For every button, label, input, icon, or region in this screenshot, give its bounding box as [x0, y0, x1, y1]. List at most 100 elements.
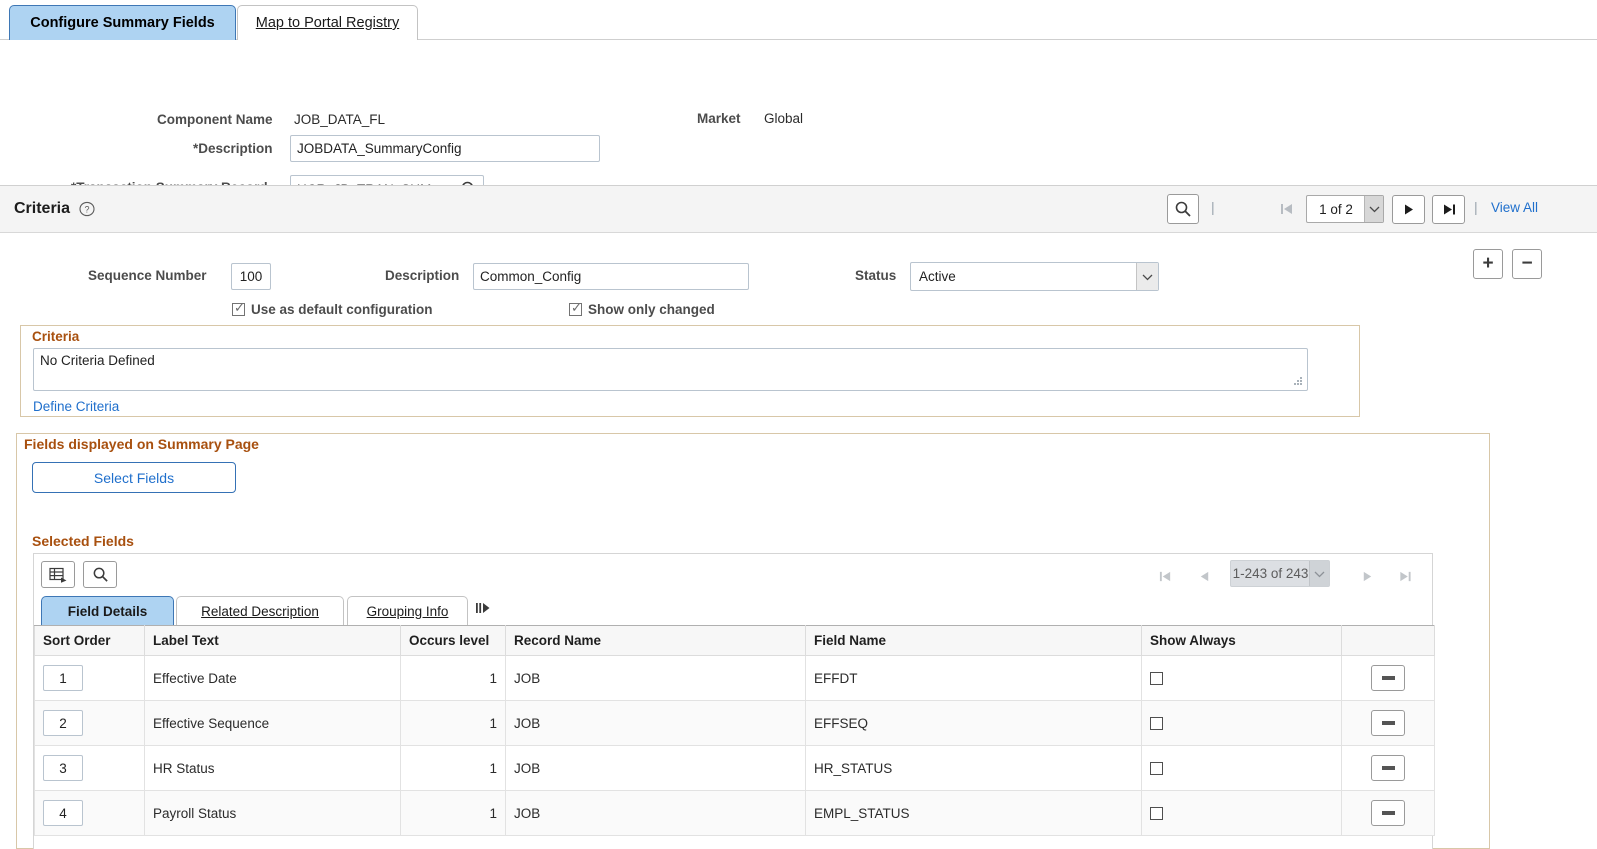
help-icon[interactable]: ? [79, 201, 95, 220]
cell-record-name: JOB [505, 700, 806, 746]
selected-fields-table: Sort Order Label Text Occurs level Recor… [34, 625, 1435, 836]
delete-field-row-button[interactable] [1371, 755, 1405, 781]
cell-field-name: EFFDT [805, 655, 1142, 701]
show-always-checkbox[interactable] [1150, 807, 1163, 821]
grid-tab-related-description[interactable]: Related Description [176, 596, 344, 625]
cell-show-always [1141, 790, 1342, 836]
sort-order-input[interactable] [43, 800, 83, 826]
status-select-value: Active [919, 269, 956, 284]
minus-icon [1381, 721, 1395, 725]
define-criteria-link[interactable]: Define Criteria [33, 399, 119, 414]
use-as-default-checkbox[interactable]: ✓ [232, 301, 245, 316]
delete-field-row-button[interactable] [1371, 710, 1405, 736]
cell-show-always [1141, 655, 1342, 701]
cell-field-name: HR_STATUS [805, 745, 1142, 791]
chevron-down-icon[interactable] [1364, 196, 1383, 222]
table-row: Payroll Status 1 JOB EMPL_STATUS [34, 790, 1435, 836]
description-label: *Description [193, 141, 273, 156]
criteria-description-input[interactable] [473, 263, 749, 290]
cell-actions [1341, 655, 1435, 701]
add-criteria-row-button[interactable]: + [1473, 249, 1503, 279]
tab-map-to-portal-registry-label: Map to Portal Registry [255, 15, 400, 31]
header-fields: Component Name JOB_DATA_FL Market Global… [0, 40, 1597, 203]
tab-configure-summary-fields[interactable]: Configure Summary Fields [9, 5, 236, 40]
cell-sort-order [34, 790, 145, 836]
show-only-changed-checkbox[interactable]: ✓ [569, 300, 582, 316]
cell-label-text: Payroll Status [144, 790, 401, 836]
criteria-textarea[interactable]: No Criteria Defined [33, 348, 1308, 391]
show-always-checkbox[interactable] [1150, 717, 1163, 731]
grid-tab-field-details[interactable]: Field Details [41, 596, 174, 625]
svg-text:?: ? [84, 205, 89, 215]
cell-actions [1341, 745, 1435, 791]
grid-tab-grouping-info[interactable]: Grouping Info [347, 596, 468, 625]
checkmark-icon: ✓ [571, 300, 582, 315]
cell-label-text: Effective Sequence [144, 700, 401, 746]
grid-search-icon[interactable] [83, 561, 117, 588]
delete-field-row-button[interactable] [1371, 665, 1405, 691]
chevron-down-icon[interactable] [1136, 263, 1158, 290]
delete-criteria-row-button[interactable]: − [1512, 249, 1542, 279]
column-header-record-name[interactable]: Record Name [505, 625, 806, 656]
market-value: Global [764, 111, 804, 126]
show-only-changed-label: Show only changed [588, 302, 715, 317]
show-always-checkbox[interactable] [1150, 762, 1163, 776]
grid-tab-related-description-label: Related Description [201, 603, 319, 619]
cell-occurs-level: 1 [400, 700, 506, 746]
main-tabstrip: Configure Summary Fields Map to Portal R… [0, 0, 1597, 40]
cell-actions [1341, 790, 1435, 836]
description-input[interactable] [290, 135, 600, 162]
view-all-link[interactable]: View All [1491, 200, 1538, 215]
select-fields-button[interactable]: Select Fields [32, 462, 236, 493]
grid-last-page-icon[interactable] [1394, 566, 1416, 586]
cell-sort-order [34, 655, 145, 701]
column-header-label-text[interactable]: Label Text [144, 625, 401, 656]
grid-next-page-icon[interactable] [1356, 566, 1378, 586]
chevron-down-icon[interactable] [1309, 561, 1329, 586]
cell-record-name: JOB [505, 655, 806, 701]
criteria-first-page-icon[interactable] [1274, 195, 1300, 223]
grid-previous-page-icon[interactable] [1193, 566, 1215, 586]
criteria-description-label: Description [385, 268, 460, 283]
column-header-sort-order[interactable]: Sort Order [34, 625, 145, 656]
configure-summary-fields-page: Configure Summary Fields Map to Portal R… [0, 0, 1597, 849]
grid-tab-field-details-label: Field Details [67, 603, 148, 619]
criteria-last-page-button[interactable] [1432, 195, 1465, 224]
criteria-search-button[interactable] [1167, 194, 1199, 224]
sort-order-input[interactable] [43, 710, 83, 736]
sort-order-input[interactable] [43, 755, 83, 781]
criteria-next-page-button[interactable] [1392, 195, 1425, 224]
sequence-number-label: Sequence Number [88, 268, 207, 283]
component-name-value: JOB_DATA_FL [294, 112, 386, 127]
pager-separator-left: | [1211, 199, 1215, 215]
selected-fields-label: Selected Fields [32, 533, 134, 549]
fields-displayed-group-label: Fields displayed on Summary Page [24, 436, 259, 452]
delete-field-row-button[interactable] [1371, 800, 1405, 826]
column-header-occurs-level[interactable]: Occurs level [400, 625, 506, 656]
minus-icon [1381, 676, 1395, 680]
cell-actions [1341, 700, 1435, 746]
grid-toolbar: 1-243 of 243 [34, 554, 1434, 598]
cell-record-name: JOB [505, 745, 806, 791]
tab-configure-summary-fields-label: Configure Summary Fields [30, 15, 215, 31]
show-next-tabs-icon[interactable] [475, 601, 491, 618]
column-header-field-name[interactable]: Field Name [805, 625, 1142, 656]
cell-field-name: EMPL_STATUS [805, 790, 1142, 836]
criteria-page-select[interactable]: 1 of 2 [1306, 195, 1384, 223]
sort-order-input[interactable] [43, 665, 83, 691]
column-header-show-always[interactable]: Show Always [1141, 625, 1342, 656]
cell-occurs-level: 1 [400, 745, 506, 791]
column-header-actions [1341, 625, 1435, 656]
grid-page-select[interactable]: 1-243 of 243 [1230, 560, 1330, 587]
grid-tab-grouping-info-label: Grouping Info [366, 603, 449, 619]
tab-map-to-portal-registry[interactable]: Map to Portal Registry [237, 5, 418, 40]
market-label: Market [697, 111, 741, 126]
sequence-number-input[interactable] [231, 263, 271, 290]
resize-handle-icon[interactable] [1294, 377, 1304, 387]
personalize-grid-icon[interactable] [41, 561, 75, 588]
status-select[interactable]: Active [910, 262, 1159, 291]
table-header-row: Sort Order Label Text Occurs level Recor… [34, 625, 1435, 656]
grid-first-page-icon[interactable] [1154, 566, 1176, 586]
show-always-checkbox[interactable] [1150, 672, 1163, 686]
selected-fields-grid: 1-243 of 243 Field Details Related Descr… [33, 553, 1435, 849]
